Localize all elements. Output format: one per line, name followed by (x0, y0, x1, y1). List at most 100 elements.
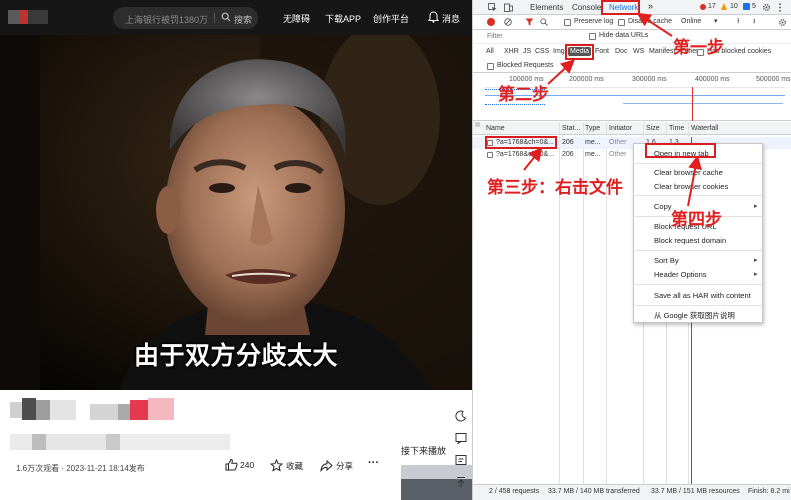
hide-data-urls-label: Hide data URLs (599, 32, 648, 39)
more-button[interactable]: ··· (368, 457, 379, 469)
type-ws[interactable]: WS (633, 48, 644, 55)
like-count[interactable]: 240 (240, 460, 254, 470)
network-status-bar: 2 / 458 requests 33.7 MB / 140 MB transf… (473, 484, 791, 500)
share-icon[interactable] (320, 459, 333, 472)
error-icon (700, 4, 706, 10)
site-header: 上海银行被罚1380万 搜索 无障碍 下载APP 创作平台 消息 (0, 0, 472, 35)
type-js[interactable]: JS (523, 48, 531, 55)
type-xhr[interactable]: XHR (504, 48, 519, 55)
error-count[interactable]: 17 (708, 3, 716, 10)
request-row-highlight (485, 136, 557, 149)
clear-icon[interactable] (504, 18, 512, 26)
type-manifest[interactable]: Manifest (649, 48, 675, 55)
search-button[interactable]: 搜索 (234, 13, 252, 26)
col-time[interactable]: Time (669, 125, 684, 132)
col-initiator[interactable]: Initiator (609, 125, 632, 132)
nav-download-app[interactable]: 下载APP (325, 12, 361, 25)
request-status: 206 (562, 139, 574, 146)
search-input[interactable]: 上海银行被罚1380万 (125, 13, 208, 26)
menu-save-har[interactable]: Save all as HAR with content (654, 291, 751, 300)
blocked-requests-checkbox[interactable] (487, 63, 494, 70)
menu-copy[interactable]: Copy (654, 202, 672, 211)
video-site: 上海银行被罚1380万 搜索 无障碍 下载APP 创作平台 消息 (0, 0, 472, 500)
col-waterfall[interactable]: Waterfall (691, 125, 718, 132)
tab-elements[interactable]: Elements (530, 3, 563, 12)
network-settings-icon[interactable] (778, 18, 787, 27)
request-type: me... (585, 139, 601, 146)
type-img[interactable]: Img (553, 48, 565, 55)
menu-clear-browser-cache[interactable]: Clear browser cache (654, 168, 723, 177)
filter-input[interactable]: Filter (487, 33, 503, 40)
context-menu: Open in new tab Clear browser cache Clea… (633, 143, 763, 323)
request-count: 2 / 458 requests (489, 488, 539, 495)
type-all[interactable]: All (486, 48, 494, 55)
import-har-icon[interactable]: ⭱ (737, 17, 739, 28)
request-name[interactable]: ?a=1768&ch=0&... (496, 151, 554, 158)
col-status[interactable]: Stat... (562, 125, 580, 132)
disable-cache-label: Disable cache (628, 18, 672, 25)
warning-icon (721, 3, 727, 10)
back-to-top-icon[interactable] (455, 476, 467, 488)
chevron-down-icon[interactable]: ▾ (714, 17, 718, 25)
inspect-element-icon[interactable] (488, 3, 497, 12)
transferred-size: 33.7 MB / 140 MB transferred (548, 488, 640, 495)
menu-divider (635, 250, 762, 251)
more-tabs-button[interactable]: » (648, 1, 653, 11)
tab-console[interactable]: Console (572, 3, 601, 12)
theme-moon-icon[interactable] (455, 410, 467, 422)
report-icon[interactable] (455, 454, 467, 466)
nav-messages[interactable]: 消息 (442, 12, 460, 25)
record-icon[interactable] (487, 18, 495, 26)
timeline-tick: 500000 ms (756, 76, 791, 83)
like-icon[interactable] (225, 458, 238, 471)
menu-google-lens[interactable]: 从 Google 获取图片说明 (654, 310, 735, 321)
col-type[interactable]: Type (585, 125, 600, 132)
share-button[interactable]: 分享 (336, 460, 353, 472)
star-icon[interactable] (270, 459, 283, 472)
warning-count[interactable]: 10 (730, 3, 738, 10)
search-icon (221, 12, 231, 22)
timeline-tick: 200000 ms (569, 76, 604, 83)
col-name[interactable]: Name (486, 125, 505, 132)
search-divider (214, 13, 215, 23)
menu-sort-by[interactable]: Sort By (654, 256, 679, 265)
type-css[interactable]: CSS (535, 48, 549, 55)
submenu-arrow-icon: ▸ (754, 256, 758, 264)
menu-header-options[interactable]: Header Options (654, 270, 707, 279)
gear-icon[interactable] (762, 3, 771, 12)
menu-divider (635, 195, 762, 196)
menu-divider (635, 305, 762, 306)
menu-clear-browser-cookies[interactable]: Clear browser cookies (654, 182, 728, 191)
disable-cache-checkbox[interactable] (618, 19, 625, 26)
request-type: me... (585, 151, 601, 158)
network-tab-highlight (601, 0, 640, 15)
col-size[interactable]: Size (646, 125, 660, 132)
filter-icon[interactable] (525, 18, 534, 26)
timeline-load-marker (692, 87, 693, 121)
feedback-icon[interactable] (455, 432, 467, 444)
info-count[interactable]: 5 (752, 3, 756, 10)
kebab-menu-icon[interactable] (778, 3, 782, 12)
blocked-requests-label: Blocked Requests (497, 62, 553, 69)
nav-accessibility[interactable]: 无障碍 (283, 12, 310, 25)
export-har-icon[interactable]: ⭳ (753, 17, 755, 28)
nav-creator-platform[interactable]: 创作平台 (373, 12, 409, 25)
resources-size: 33.7 MB / 151 MB resources (651, 488, 740, 495)
device-toolbar-icon[interactable] (504, 3, 513, 12)
type-doc[interactable]: Doc (615, 48, 627, 55)
search-box[interactable]: 上海银行被罚1380万 搜索 (113, 7, 258, 29)
video-player[interactable]: 由于双方分歧太大 (0, 35, 472, 390)
menu-block-request-domain[interactable]: Block request domain (654, 236, 726, 245)
annotation-step3: 第三步：右击文件 (487, 173, 623, 198)
site-logo[interactable] (8, 8, 50, 26)
submenu-arrow-icon: ▸ (754, 202, 758, 210)
preserve-log-checkbox[interactable] (564, 19, 571, 26)
throttle-select[interactable]: Online (681, 18, 701, 25)
bell-icon[interactable] (428, 11, 439, 23)
search-icon[interactable] (540, 18, 548, 26)
type-font[interactable]: Font (595, 48, 609, 55)
collect-button[interactable]: 收藏 (286, 460, 303, 472)
scrollbar[interactable] (475, 122, 480, 484)
hide-data-urls-checkbox[interactable] (589, 33, 596, 40)
resource-type-filters: All XHR JS CSS Img Media Font Doc WS Man… (473, 44, 791, 61)
